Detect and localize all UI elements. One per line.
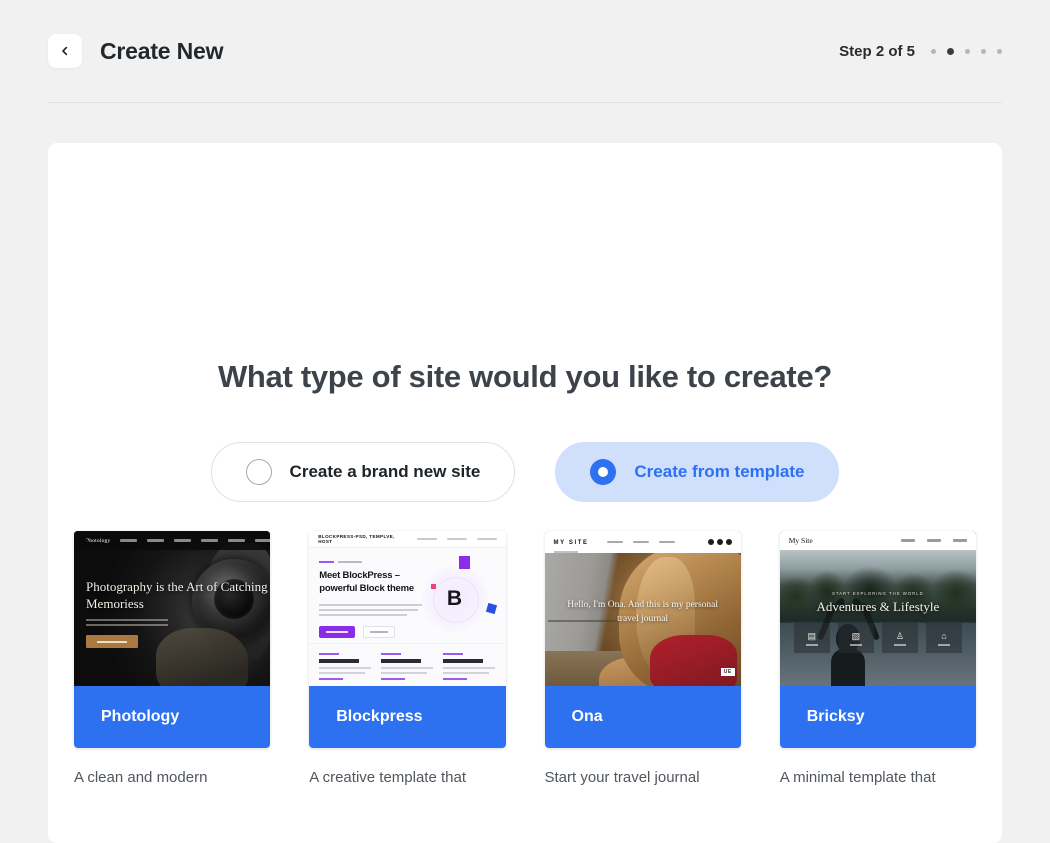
- page-title: Create New: [100, 37, 224, 64]
- preview-logo-block: MY SITE: [553, 531, 589, 553]
- choice-label-from-template: Create from template: [634, 462, 805, 481]
- step-dot-3[interactable]: [965, 48, 970, 54]
- radio-unselected-icon[interactable]: [245, 459, 272, 485]
- preview-icon-tiles: ▤ ▧ ♙ ⌂: [793, 623, 962, 654]
- step-dot-2[interactable]: [947, 47, 954, 55]
- preview-logo-text: MY SITE: [553, 540, 589, 547]
- template-name-bar: Blockpress: [309, 686, 506, 748]
- preview-hero: Photography is the Art of Catching Memor…: [86, 579, 270, 649]
- preview-nav-links: [407, 537, 497, 541]
- preview-hero-text: Adventures & Lifestyle: [816, 598, 940, 614]
- preview-tile: ▤: [793, 623, 830, 654]
- home-icon: ⌂: [941, 631, 947, 642]
- template-name: Ona: [571, 708, 603, 725]
- preview-logo-text: BLOCKPRESS-PSD, TEMPLVE, HOST: [318, 534, 395, 544]
- choice-from-template[interactable]: Create from template: [555, 442, 840, 502]
- preview-nav-links: [602, 540, 680, 544]
- app-header: Create New Step 2 of 5: [0, 0, 1050, 104]
- site-type-choice-group: Create a brand new site Create from temp…: [48, 442, 1002, 502]
- purple-square-icon: [458, 556, 470, 569]
- template-card-blockpress[interactable]: BLOCKPRESS-PSD, TEMPLVE, HOST Meet Block…: [309, 531, 506, 748]
- template-name-bar: Ona: [544, 686, 741, 748]
- book-icon: ▤: [807, 631, 817, 642]
- wizard-content: What type of site would you like to crea…: [48, 143, 1002, 790]
- template-description: A creative template that: [309, 769, 467, 786]
- template-preview-photology: Photology Photography is the Art of Catc…: [74, 531, 271, 686]
- pink-square-icon: [430, 584, 436, 589]
- blockpress-mark: B: [446, 587, 463, 610]
- step-dot-5[interactable]: [997, 48, 1002, 54]
- step-dot-4[interactable]: [981, 48, 986, 54]
- preview-paragraph: [319, 604, 424, 620]
- preview-eyebrow: [319, 561, 363, 563]
- preview-navbar: Photology: [74, 531, 271, 550]
- preview-orb-graphic: B: [421, 566, 488, 632]
- page-headline: What type of site would you like to crea…: [217, 359, 833, 394]
- preview-feature-column: [319, 653, 372, 680]
- template-item[interactable]: My Site START EXPLORING THE WORLD Advent…: [779, 531, 976, 790]
- lamp-icon: ♙: [895, 631, 904, 642]
- preview-red-garment: [650, 635, 737, 686]
- wizard-panel: What type of site would you like to crea…: [48, 143, 1002, 843]
- preview-logo-underline: [553, 551, 578, 553]
- step-indicator: Step 2 of 5: [839, 43, 1002, 60]
- preview-hero-text: Meet BlockPress – powerful Block theme: [319, 570, 414, 594]
- preview-primary-button: [319, 626, 356, 638]
- template-preview-bricksy: My Site START EXPLORING THE WORLD Advent…: [779, 531, 976, 686]
- preview-tile: ⌂: [925, 623, 962, 654]
- camera-icon: ▧: [851, 631, 861, 642]
- header-row: Create New Step 2 of 5: [48, 0, 1002, 103]
- template-card-bricksy[interactable]: My Site START EXPLORING THE WORLD Advent…: [779, 531, 976, 748]
- radio-selected-icon[interactable]: [590, 459, 617, 485]
- blue-square-icon: [485, 602, 497, 615]
- template-name-bar: Bricksy: [779, 686, 976, 748]
- template-preview-blockpress: BLOCKPRESS-PSD, TEMPLVE, HOST Meet Block…: [309, 531, 506, 686]
- step-dots: [931, 47, 1002, 55]
- preview-eyebrow-text: Start Exploring The World: [831, 590, 924, 596]
- step-dot-1[interactable]: [931, 48, 936, 54]
- template-card-ona[interactable]: MY SITE UE Hello, I'm Ona. And this is m…: [544, 531, 741, 748]
- template-card-photology[interactable]: Photology Photography is the Art of Catc…: [74, 531, 271, 748]
- template-grid: Photology Photography is the Art of Catc…: [48, 531, 1002, 790]
- preview-nav-links: [110, 539, 271, 542]
- template-item[interactable]: Photology Photography is the Art of Catc…: [74, 531, 271, 790]
- preview-logo-text: My Site: [788, 536, 813, 545]
- template-name: Blockpress: [336, 708, 423, 725]
- template-preview-ona: MY SITE UE Hello, I'm Ona. And this is m…: [544, 531, 741, 686]
- preview-nav-links: [889, 539, 967, 542]
- preview-tile: ▧: [837, 623, 874, 654]
- template-item[interactable]: BLOCKPRESS-PSD, TEMPLVE, HOST Meet Block…: [309, 531, 506, 790]
- preview-hero-text: Hello, I'm Ona. And this is my personal …: [567, 600, 719, 624]
- template-name: Photology: [101, 708, 180, 725]
- template-name-bar: Photology: [74, 686, 271, 748]
- choice-brand-new-site[interactable]: Create a brand new site: [210, 442, 516, 502]
- preview-tile: ♙: [881, 623, 918, 654]
- template-description: Start your travel journal: [544, 769, 700, 786]
- preview-navbar: MY SITE: [544, 531, 741, 553]
- preview-feature-column: [443, 653, 496, 680]
- preview-hero-text: Photography is the Art of Catching Memor…: [86, 579, 268, 611]
- preview-logo-text: Photology: [86, 537, 111, 544]
- preview-cta-button: [86, 635, 138, 649]
- step-label: Step 2 of 5: [839, 42, 915, 60]
- preview-social-icons: [707, 539, 732, 545]
- preview-buttons: [319, 626, 396, 638]
- back-button[interactable]: [48, 34, 82, 68]
- preview-secondary-button: [363, 626, 396, 638]
- template-description: A clean and modern: [74, 769, 208, 786]
- template-item[interactable]: MY SITE UE Hello, I'm Ona. And this is m…: [544, 531, 741, 790]
- preview-badge: UE: [720, 668, 735, 676]
- choice-label-brand-new: Create a brand new site: [289, 462, 481, 481]
- chevron-left-icon: [59, 45, 71, 57]
- preview-navbar: BLOCKPRESS-PSD, TEMPLVE, HOST: [309, 531, 506, 548]
- template-name: Bricksy: [806, 708, 865, 725]
- preview-feature-column: [381, 653, 434, 680]
- preview-hero-subtext: [86, 619, 270, 627]
- preview-navbar: My Site: [779, 531, 976, 550]
- preview-body: Meet BlockPress – powerful Block theme B: [309, 548, 506, 686]
- template-description: A minimal template that: [779, 769, 936, 786]
- preview-feature-columns: [309, 643, 506, 680]
- preview-scene: Start Exploring The World Adventures & L…: [779, 550, 976, 686]
